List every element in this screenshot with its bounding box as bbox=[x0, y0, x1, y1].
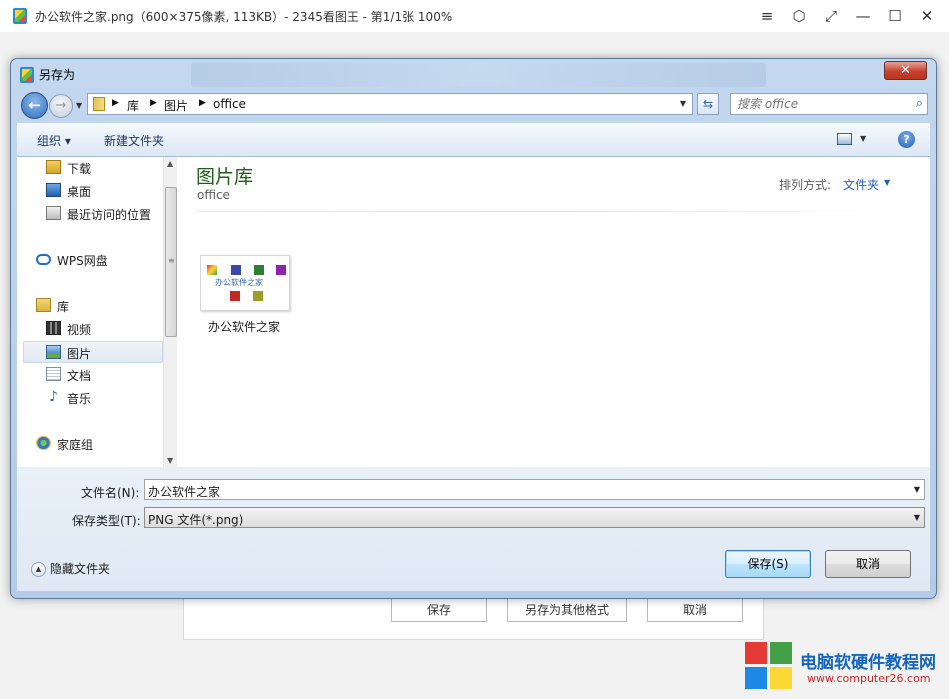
app-logo-icon bbox=[13, 8, 27, 24]
recent-places-icon bbox=[46, 206, 61, 220]
scroll-thumb[interactable]: ≡ bbox=[165, 187, 177, 337]
breadcrumb-separator-icon[interactable]: ▶ bbox=[199, 98, 206, 108]
navigation-pane: 下载 桌面 最近访问的位置 WPS网盘 库 视频 图片 文档 ♪ 音乐 家庭组 … bbox=[17, 157, 177, 467]
breadcrumb-library[interactable]: 库 bbox=[127, 97, 139, 114]
arrange-by-dropdown[interactable]: 文件夹 bbox=[843, 176, 879, 193]
library-title: 图片库 bbox=[196, 166, 254, 188]
save-as-dialog: 另存为 ✕ ← → ▼ ▶ 库 ▶ 图片 ▶ office ▼ ⇆ ⌕ 组织 ▾… bbox=[10, 58, 937, 599]
search-icon[interactable]: ⌕ bbox=[916, 96, 923, 111]
breadcrumb-office[interactable]: office bbox=[213, 97, 246, 111]
background-window-ghost bbox=[191, 63, 766, 87]
filename-value[interactable]: 办公软件之家 bbox=[148, 483, 220, 500]
search-box[interactable]: ⌕ bbox=[730, 93, 928, 115]
hide-folders-label: 隐藏文件夹 bbox=[50, 562, 111, 576]
video-icon bbox=[46, 321, 61, 335]
help-icon[interactable]: ? bbox=[898, 131, 915, 148]
folder-icon bbox=[93, 97, 105, 111]
skin-icon[interactable]: ⬡ bbox=[788, 6, 810, 26]
dialog-close-button[interactable]: ✕ bbox=[884, 61, 927, 80]
refresh-icon[interactable]: ⇆ bbox=[697, 93, 719, 115]
nav-item-pictures[interactable]: 图片 bbox=[23, 341, 163, 363]
address-dropdown-icon[interactable]: ▼ bbox=[680, 99, 686, 108]
address-bar[interactable]: ▶ 库 ▶ 图片 ▶ office ▼ bbox=[87, 93, 693, 115]
fullscreen-icon[interactable]: ⤢ bbox=[820, 6, 842, 26]
dialog-app-icon bbox=[20, 67, 34, 83]
app-thumb-icon bbox=[230, 291, 240, 301]
maximize-button[interactable]: ☐ bbox=[884, 6, 906, 26]
minimize-button[interactable]: — bbox=[852, 6, 874, 26]
hide-folders-toggle[interactable]: ▲ 隐藏文件夹 bbox=[31, 560, 110, 577]
forward-arrow-icon[interactable]: → bbox=[49, 94, 73, 118]
viewer-title-bar: 办公软件之家.png（600×375像素, 113KB）- 2345看图王 - … bbox=[0, 0, 949, 32]
save-form: 文件名(N): 办公软件之家 ▼ 保存类型(T): PNG 文件(*.png) … bbox=[17, 467, 930, 591]
music-icon: ♪ bbox=[49, 389, 58, 405]
documents-icon bbox=[46, 367, 61, 381]
nav-item-libraries[interactable]: 库 bbox=[36, 295, 176, 317]
menu-icon[interactable]: ≡ bbox=[756, 6, 778, 26]
viewer-title: 办公软件之家.png（600×375像素, 113KB）- 2345看图王 - … bbox=[35, 10, 453, 24]
app-thumb-icon bbox=[231, 265, 241, 275]
cloud-drive-icon bbox=[36, 254, 51, 265]
pictures-icon bbox=[46, 345, 61, 359]
recent-locations-dropdown-icon[interactable]: ▼ bbox=[76, 101, 82, 110]
scroll-down-arrow-icon[interactable]: ▼ bbox=[167, 456, 173, 465]
library-divider bbox=[196, 211, 917, 212]
view-dropdown-icon[interactable]: ▼ bbox=[860, 134, 866, 143]
new-folder-button[interactable]: 新建文件夹 bbox=[104, 132, 164, 149]
scroll-up-arrow-icon[interactable]: ▲ bbox=[167, 159, 173, 168]
app-thumb-icon bbox=[276, 265, 286, 275]
watermark-title: 电脑软硬件教程网 bbox=[800, 653, 936, 673]
breadcrumb-pictures[interactable]: 图片 bbox=[164, 97, 188, 114]
filename-dropdown-icon[interactable]: ▼ bbox=[914, 485, 920, 494]
organize-menu[interactable]: 组织 ▾ bbox=[37, 132, 71, 149]
app-thumb-icon bbox=[254, 265, 264, 275]
thumbnail-caption: 办公软件之家 bbox=[215, 278, 263, 287]
watermark-logo-icon bbox=[745, 642, 793, 690]
desktop-icon bbox=[46, 183, 61, 197]
view-options-icon[interactable] bbox=[837, 133, 852, 145]
nav-scrollbar[interactable]: ▲ ≡ ▼ bbox=[163, 157, 177, 467]
file-content-pane: 图片库 office 排列方式: 文件夹 ▼ 办公软件之家 办公软件之家 bbox=[177, 157, 930, 467]
filename-label: 文件名(N): bbox=[81, 486, 140, 500]
bg-save-button[interactable]: 保存 bbox=[391, 598, 487, 622]
breadcrumb-separator-icon[interactable]: ▶ bbox=[150, 98, 157, 108]
arrange-dropdown-icon[interactable]: ▼ bbox=[884, 178, 890, 187]
bg-save-other-format-button[interactable]: 另存为其他格式 bbox=[507, 598, 627, 622]
back-arrow-icon[interactable]: ← bbox=[21, 92, 48, 119]
filetype-label: 保存类型(T): bbox=[72, 514, 141, 528]
watermark-url: www.computer26.com bbox=[807, 672, 931, 685]
collapse-arrow-icon[interactable]: ▲ bbox=[31, 562, 46, 577]
library-icon bbox=[36, 298, 51, 312]
save-button[interactable]: 保存(S) bbox=[725, 550, 811, 578]
file-thumbnail[interactable]: 办公软件之家 bbox=[200, 255, 290, 311]
filename-field[interactable]: 办公软件之家 ▼ bbox=[144, 479, 925, 500]
filetype-select[interactable]: PNG 文件(*.png) ▼ bbox=[144, 507, 925, 528]
library-subtitle: office bbox=[197, 188, 230, 202]
nav-item-homegroup[interactable]: 家庭组 bbox=[36, 433, 176, 455]
filetype-dropdown-icon[interactable]: ▼ bbox=[914, 513, 920, 522]
command-toolbar: 组织 ▾ 新建文件夹 ▼ ? bbox=[17, 123, 930, 157]
arrange-by-label: 排列方式: bbox=[779, 178, 832, 192]
homegroup-icon bbox=[36, 436, 51, 450]
download-folder-icon bbox=[46, 160, 61, 174]
dialog-title: 另存为 bbox=[39, 68, 76, 82]
grip-icon: ≡ bbox=[168, 256, 175, 265]
search-input[interactable] bbox=[731, 94, 901, 114]
breadcrumb-separator-icon[interactable]: ▶ bbox=[112, 98, 119, 108]
filetype-value: PNG 文件(*.png) bbox=[148, 513, 244, 527]
file-name-label[interactable]: 办公软件之家 bbox=[208, 318, 280, 335]
bg-cancel-button[interactable]: 取消 bbox=[647, 598, 743, 622]
cancel-button[interactable]: 取消 bbox=[825, 550, 911, 578]
close-button[interactable]: ✕ bbox=[916, 6, 938, 26]
app-thumb-icon bbox=[253, 291, 263, 301]
app-thumb-icon bbox=[207, 265, 217, 275]
nav-item-wps-cloud[interactable]: WPS网盘 bbox=[36, 249, 176, 271]
